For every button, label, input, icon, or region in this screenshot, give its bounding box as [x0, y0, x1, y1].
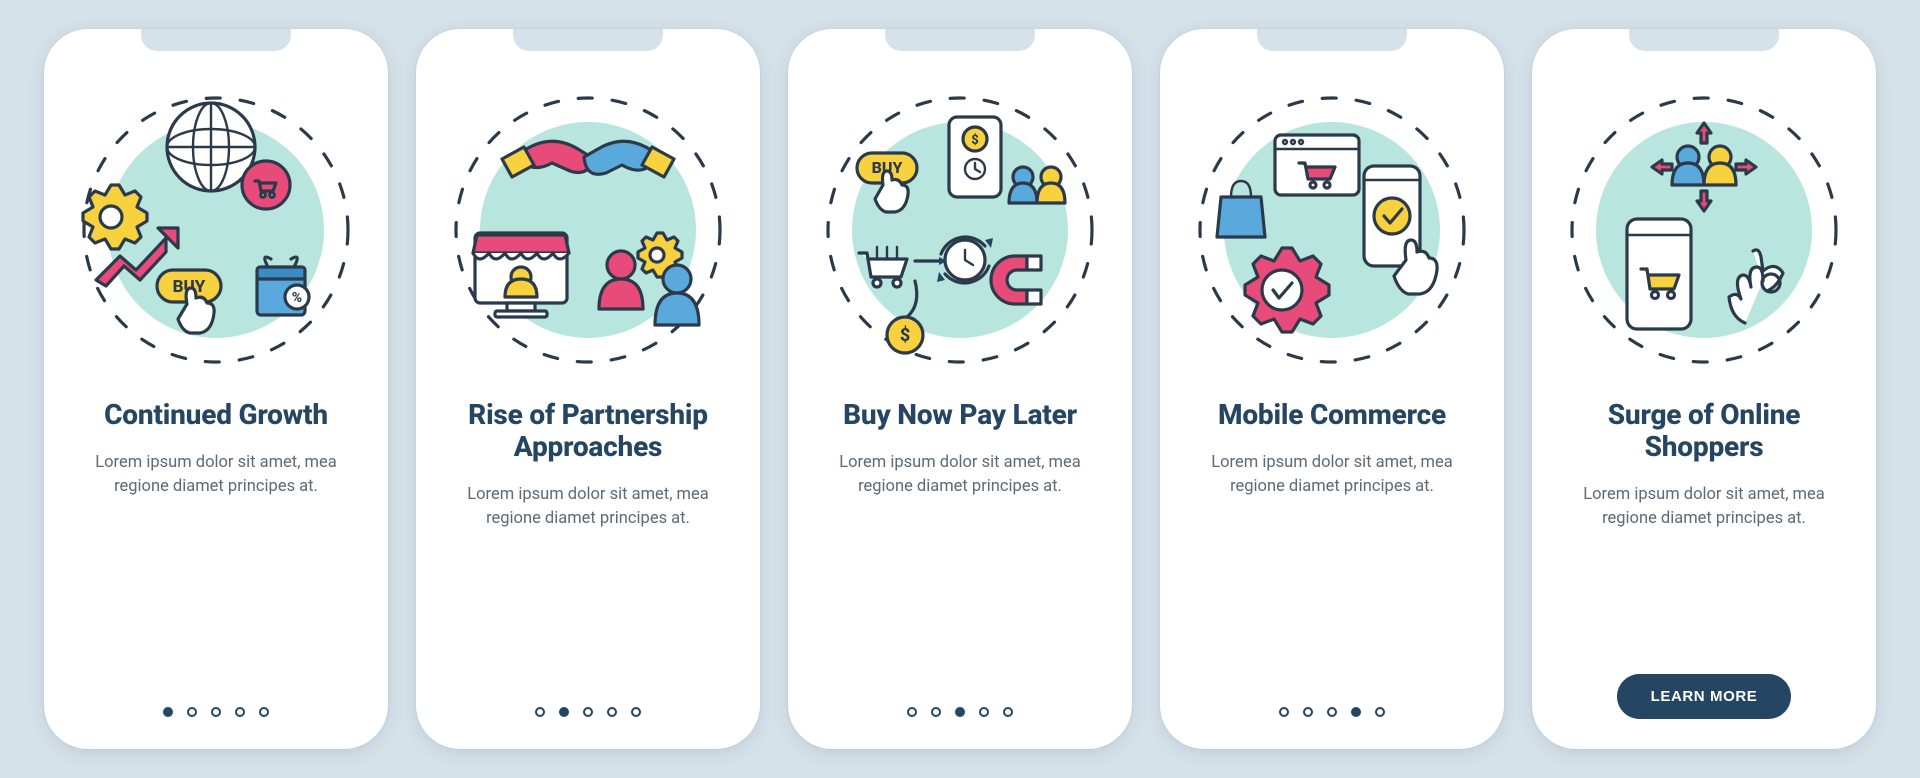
page-indicator [535, 707, 641, 719]
svg-text:$: $ [971, 133, 979, 148]
page-indicator [907, 707, 1013, 719]
page-dot[interactable] [1375, 707, 1385, 717]
phone-notch [885, 29, 1035, 51]
page-indicator [163, 707, 269, 719]
page-dot[interactable] [583, 707, 593, 717]
svg-text:$: $ [900, 325, 910, 346]
learn-more-button[interactable]: LEARN MORE [1617, 674, 1792, 719]
page-dot[interactable] [187, 707, 197, 717]
page-dot[interactable] [907, 707, 917, 717]
phone-notch [513, 29, 663, 51]
slide-body: Lorem ipsum dolor sit amet, mea regione … [830, 451, 1090, 499]
mobile-commerce-illustration-icon [1187, 85, 1477, 375]
page-indicator [1279, 707, 1385, 719]
slide-title: Rise of Partnership Approaches [448, 399, 728, 463]
phone-notch [1257, 29, 1407, 51]
page-dot[interactable] [211, 707, 221, 717]
page-dot[interactable] [259, 707, 269, 717]
page-dot[interactable] [163, 707, 173, 717]
phone-notch [141, 29, 291, 51]
page-dot[interactable] [631, 707, 641, 717]
onboarding-card-5: Surge of Online Shoppers Lorem ipsum dol… [1532, 29, 1876, 749]
slide-title: Surge of Online Shoppers [1564, 399, 1844, 463]
page-dot[interactable] [1003, 707, 1013, 717]
onboarding-card-3: $ BUY [788, 29, 1132, 749]
onboarding-card-4: Mobile Commerce Lorem ipsum dolor sit am… [1160, 29, 1504, 749]
page-dot[interactable] [535, 707, 545, 717]
page-dot[interactable] [979, 707, 989, 717]
slide-body: Lorem ipsum dolor sit amet, mea regione … [86, 451, 346, 499]
slide-title: Buy Now Pay Later [843, 399, 1077, 431]
continued-growth-illustration-icon: BUY % [71, 85, 361, 375]
page-dot[interactable] [931, 707, 941, 717]
slide-body: Lorem ipsum dolor sit amet, mea regione … [1202, 451, 1462, 499]
onboarding-slide-row: BUY % Continued Growth Lorem ipsum dolor… [4, 29, 1916, 749]
svg-text:%: % [292, 290, 302, 306]
page-dot[interactable] [607, 707, 617, 717]
slide-body: Lorem ipsum dolor sit amet, mea regione … [458, 483, 718, 531]
page-dot[interactable] [1327, 707, 1337, 717]
onboarding-card-2: Rise of Partnership Approaches Lorem ips… [416, 29, 760, 749]
online-shoppers-surge-illustration-icon [1559, 85, 1849, 375]
page-dot[interactable] [1279, 707, 1289, 717]
page-dot[interactable] [955, 707, 965, 717]
page-dot[interactable] [559, 707, 569, 717]
page-dot[interactable] [1351, 707, 1361, 717]
partnership-approaches-illustration-icon [443, 85, 733, 375]
phone-notch [1629, 29, 1779, 51]
slide-body: Lorem ipsum dolor sit amet, mea regione … [1574, 483, 1834, 531]
buy-now-pay-later-illustration-icon: $ BUY [815, 85, 1105, 375]
onboarding-card-1: BUY % Continued Growth Lorem ipsum dolor… [44, 29, 388, 749]
page-dot[interactable] [235, 707, 245, 717]
page-dot[interactable] [1303, 707, 1313, 717]
slide-title: Continued Growth [104, 399, 328, 431]
slide-title: Mobile Commerce [1218, 399, 1446, 431]
